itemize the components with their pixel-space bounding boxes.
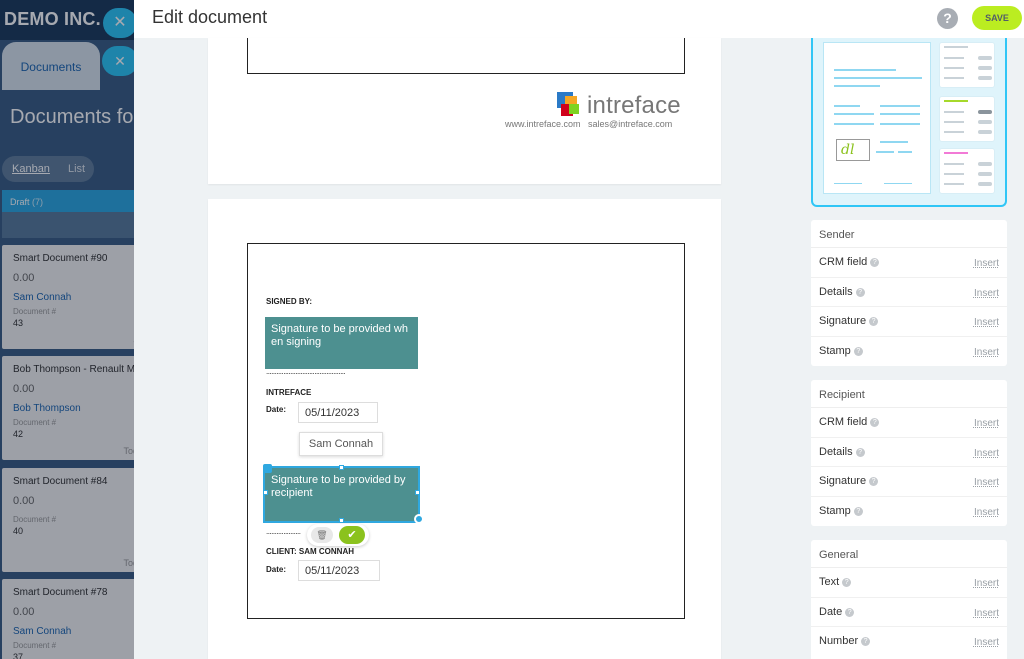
sender-party: INTREFACE xyxy=(266,388,312,397)
help-icon[interactable]: ? xyxy=(855,447,865,457)
document-page: intreface www.intreface.com sales@intref… xyxy=(208,38,721,184)
delete-field-button[interactable]: 🗑 xyxy=(311,527,333,543)
signature-line: ........................................… xyxy=(266,367,346,376)
sender-crm-field-row: CRM field? Insert xyxy=(811,248,1007,278)
save-button[interactable]: SAVE xyxy=(972,6,1022,30)
email: sales@intreface.com xyxy=(588,119,673,129)
trash-icon: 🗑 xyxy=(316,530,328,540)
insert-link[interactable]: Insert xyxy=(974,418,999,429)
resize-handle[interactable] xyxy=(263,490,268,495)
template-preview: dl xyxy=(811,38,1007,207)
help-icon[interactable]: ? xyxy=(869,317,879,327)
logo-text: intreface xyxy=(587,92,681,119)
sender-section: Sender CRM field? Insert Details? Insert S… xyxy=(811,220,1007,366)
section-title: General xyxy=(811,540,1007,568)
help-icon[interactable]: ? xyxy=(853,346,863,356)
preview-document-illustration: dl xyxy=(823,42,931,194)
insert-link[interactable]: Insert xyxy=(974,608,999,619)
confirm-field-button[interactable]: ✔ xyxy=(339,526,365,544)
insert-link[interactable]: Insert xyxy=(974,288,999,299)
insert-link[interactable]: Insert xyxy=(974,347,999,358)
insert-link[interactable]: Insert xyxy=(974,258,999,269)
resize-handle[interactable] xyxy=(415,490,420,495)
preview-signature-icon: dl xyxy=(836,139,870,161)
help-icon[interactable]: ? xyxy=(845,607,855,617)
insert-link[interactable]: Insert xyxy=(974,578,999,589)
slider-header: Edit document ? SAVE xyxy=(134,0,1024,38)
signed-by-label: SIGNED BY: xyxy=(266,297,313,306)
recipient-date-field[interactable]: 05/11/2023 xyxy=(298,560,380,581)
field-toolbar: 🗑 ✔ xyxy=(307,524,369,546)
insert-link[interactable]: Insert xyxy=(974,507,999,518)
check-icon: ✔ xyxy=(347,529,357,541)
edit-document-slider: Edit document ? SAVE intreface www.intre… xyxy=(134,0,1024,659)
recipient-party: CLIENT: SAM CONNAH xyxy=(266,547,354,556)
section-title: Sender xyxy=(811,220,1007,248)
insert-link[interactable]: Insert xyxy=(974,637,999,648)
company-contacts: www.intreface.com sales@intreface.com xyxy=(505,119,677,129)
general-date-row: Date? Insert xyxy=(811,598,1007,628)
help-icon[interactable]: ? xyxy=(861,637,871,647)
section-title: Recipient xyxy=(811,380,1007,408)
content-frame xyxy=(247,38,685,74)
recipient-signature-field[interactable]: Signature to be provided by recipient xyxy=(263,466,420,523)
intreface-logo: intreface xyxy=(555,90,695,122)
preview-card xyxy=(939,96,995,142)
sender-stamp-row: Stamp? Insert xyxy=(819,344,999,358)
sender-details-row: Details? Insert xyxy=(811,278,1007,308)
website: www.intreface.com xyxy=(505,119,581,129)
preview-card xyxy=(939,42,995,88)
help-icon[interactable]: ? xyxy=(855,287,865,297)
general-section: General Text? Insert Date? Insert Number? I… xyxy=(811,540,1007,659)
resize-handle[interactable] xyxy=(339,518,344,523)
date-label: Date: xyxy=(266,565,287,574)
help-icon[interactable]: ? xyxy=(869,477,879,487)
recipient-crm-field-row: CRM field? Insert xyxy=(811,408,1007,438)
sender-signature-field[interactable]: Signature to be provided when signing xyxy=(265,317,418,369)
signature-line: .................... xyxy=(266,527,301,536)
insert-link[interactable]: Insert xyxy=(974,317,999,328)
insert-link[interactable]: Insert xyxy=(974,448,999,459)
resize-handle[interactable] xyxy=(339,465,344,470)
help-icon[interactable]: ? xyxy=(870,418,880,427)
insert-link[interactable]: Insert xyxy=(974,477,999,488)
drag-handle[interactable] xyxy=(263,464,272,473)
corner-resize-handle[interactable] xyxy=(414,514,424,524)
recipient-details-row: Details? Insert xyxy=(811,438,1007,468)
help-icon[interactable]: ? xyxy=(853,506,863,516)
recipient-section: Recipient CRM field? Insert Details? Inser… xyxy=(811,380,1007,526)
recipient-signature-row: Signature? Insert xyxy=(811,467,1007,497)
sender-date-field[interactable]: 05/11/2023 xyxy=(298,402,378,423)
help-icon[interactable]: ? xyxy=(842,578,852,587)
help-icon[interactable]: ? xyxy=(870,258,880,267)
recipient-stamp-row: Stamp? Insert xyxy=(819,504,999,518)
help-icon[interactable]: ? xyxy=(937,8,958,29)
slider-title: Edit document xyxy=(152,7,268,27)
general-text-row: Text? Insert xyxy=(811,568,1007,598)
general-number-row: Number? Insert xyxy=(819,635,999,649)
signer-tag[interactable]: Sam Connah xyxy=(299,432,383,456)
preview-card xyxy=(939,148,995,194)
sender-signature-row: Signature? Insert xyxy=(811,307,1007,337)
date-label: Date: xyxy=(266,405,287,414)
document-page: SIGNED BY: Signature to be provided when… xyxy=(208,199,721,659)
